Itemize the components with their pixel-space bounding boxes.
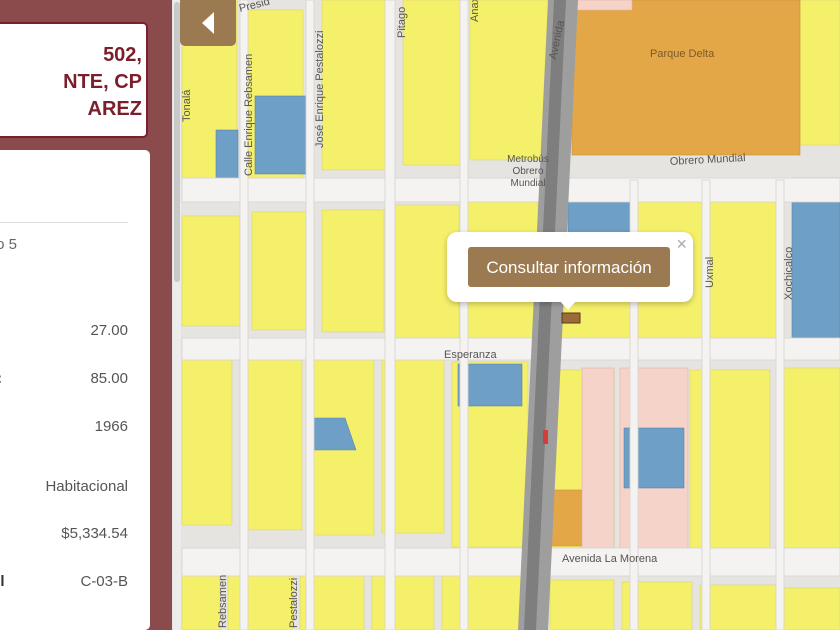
row-label: ):: [0, 370, 2, 387]
scrollbar-thumb[interactable]: [174, 2, 180, 282]
row-value: C-03-B: [80, 573, 128, 590]
street-label-la-morena: Avenida La Morena: [562, 553, 658, 565]
street-label-esperanza: Esperanza: [444, 349, 497, 361]
side-panel: 502, NTE, CP AREZ to 5 27.00 ): 85.00 19…: [0, 0, 172, 630]
divider: [0, 222, 128, 223]
collapse-panel-button[interactable]: [180, 0, 236, 46]
street-label-tonala: Tonalá: [181, 89, 193, 122]
panel-scrollbar[interactable]: [173, 0, 181, 630]
street-label-rebsamen-low: Rebsamen: [217, 575, 229, 628]
close-icon[interactable]: ×: [676, 234, 687, 255]
row-value: Habitacional: [45, 478, 128, 495]
row-value: 1966: [94, 418, 128, 435]
property-info-card: to 5 27.00 ): 85.00 1966 Habitacional $5…: [0, 150, 150, 630]
property-address: 502, NTE, CP AREZ: [63, 44, 142, 120]
consult-info-button[interactable]: Consultar información: [468, 247, 670, 287]
landmark-metrobus: Metrobús Obrero Mundial: [507, 154, 549, 189]
row-label: el: [0, 573, 5, 590]
row-value: 27.00: [90, 322, 128, 339]
row-value: 85.00: [90, 370, 128, 387]
street-label-pitagoras: Pitago: [396, 7, 408, 38]
chevron-left-icon: [202, 12, 214, 34]
street-label-pestalozzi-low: Pestalozzi: [288, 578, 300, 628]
street-label-anaxagoras: Anax: [469, 0, 481, 22]
street-label-uxmal: Uxmal: [704, 257, 716, 288]
property-title-card: 502, NTE, CP AREZ: [0, 22, 148, 138]
row-value: $5,334.54: [61, 525, 128, 542]
map-popup: × Consultar información: [447, 232, 693, 310]
landmark-parque-delta: Parque Delta: [650, 48, 715, 60]
street-label-xochicalco: Xochicalco: [783, 247, 795, 300]
property-subtitle: to 5: [0, 236, 18, 253]
street-label-rebsamen: Calle Enrique Rebsamen: [243, 54, 255, 176]
street-label-pestalozzi: José Enrique Pestalozzi: [314, 31, 326, 148]
popup-tip: [559, 300, 577, 310]
